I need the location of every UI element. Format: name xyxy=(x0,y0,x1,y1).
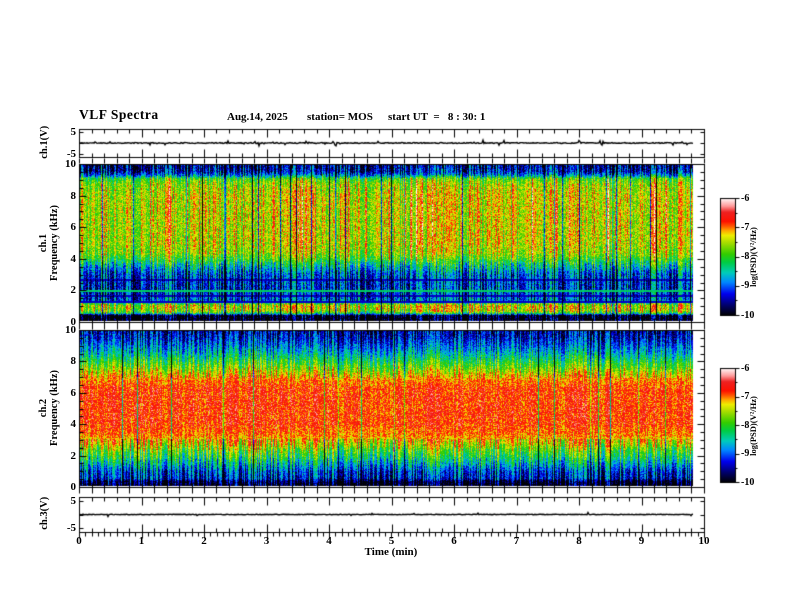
frequency-tick-label: 2 xyxy=(70,449,77,462)
plot-title: VLF Spectra xyxy=(79,107,159,122)
colorbar-tick-label: -7 xyxy=(741,221,750,233)
colorbar-tick-label: -6 xyxy=(741,192,750,204)
frequency-tick-label: 0 xyxy=(70,481,77,493)
frequency-tick-label: 2 xyxy=(70,284,77,297)
time-tick-label: 10 xyxy=(698,535,710,547)
time-tick-label: 2 xyxy=(201,535,207,547)
header-date: Aug.14, 2025 xyxy=(227,111,288,123)
time-tick-label: 7 xyxy=(513,535,520,547)
frequency-tick-label: 4 xyxy=(70,418,77,431)
frequency-tick-label: 10 xyxy=(65,158,76,170)
time-tick-label: 4 xyxy=(326,535,332,547)
frequency-tick-label: 6 xyxy=(70,221,77,234)
time-tick-label: 6 xyxy=(451,535,457,547)
colorbar-tick-label: -8 xyxy=(741,251,750,262)
time-tick-label: 8 xyxy=(576,535,582,547)
time-axis-label: Time (min) xyxy=(364,546,418,558)
voltage-tick-label: -5 xyxy=(66,147,76,160)
time-tick-label: 0 xyxy=(76,535,82,547)
frequency-tick-label: 8 xyxy=(70,355,77,368)
colorbar-tick-label: -8 xyxy=(741,419,750,431)
frequency-tick-label: 8 xyxy=(70,189,77,202)
frequency-tick-label: 4 xyxy=(70,252,77,265)
colorbar-tick-label: -7 xyxy=(741,391,750,402)
spectra-plot-canvas xyxy=(0,0,792,612)
colorbar-tick-label: -10 xyxy=(741,309,755,321)
voltage-tick-label: 5 xyxy=(70,126,77,139)
time-tick-label: 1 xyxy=(138,535,145,547)
header-station: station= MOS xyxy=(307,111,373,123)
time-tick-label: 9 xyxy=(638,535,645,547)
time-tick-label: 3 xyxy=(263,535,270,547)
colorbar-tick-label: -6 xyxy=(741,362,750,374)
frequency-tick-label: 6 xyxy=(70,386,77,399)
frequency-tick-label: 10 xyxy=(65,324,76,336)
voltage-tick-label: 5 xyxy=(70,495,77,508)
colorbar-tick-label: -10 xyxy=(741,476,755,488)
time-tick-label: 5 xyxy=(388,535,395,547)
vlf-spectra-figure: VLF Spectra Aug.14, 2025 station= MOS st… xyxy=(0,0,792,612)
colorbar-tick-label: -9 xyxy=(741,448,750,459)
header-start-ut: start UT = 8 : 30: 1 xyxy=(388,111,486,123)
voltage-tick-label: -5 xyxy=(66,521,76,534)
colorbar-tick-label: -9 xyxy=(741,280,750,292)
